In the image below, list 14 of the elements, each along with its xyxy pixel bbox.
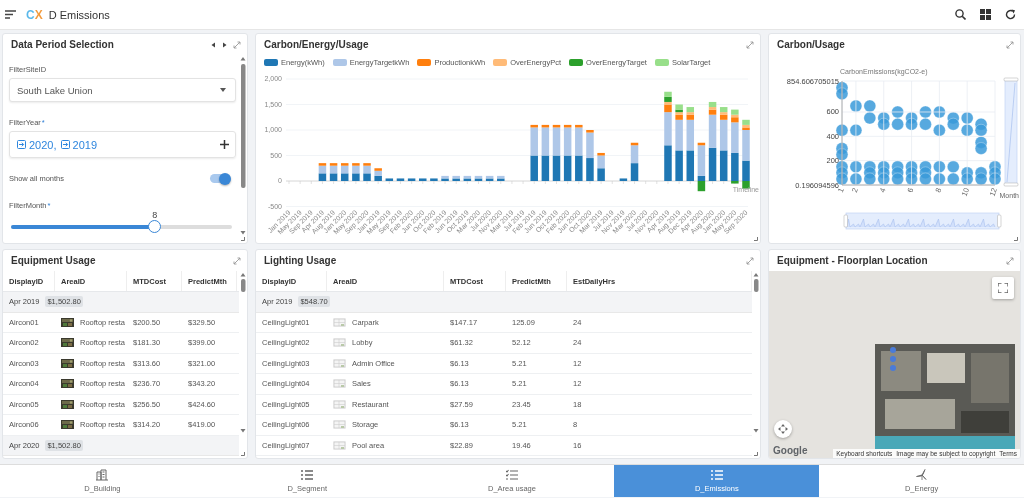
- panel-title: Data Period Selection: [11, 39, 115, 50]
- page-title: D Emissions: [48, 8, 110, 21]
- site-dropdown[interactable]: South Lake Union: [9, 78, 236, 102]
- panel-title: Carbon/Energy/Usage: [264, 39, 370, 50]
- panel-title: Equipment Usage: [11, 255, 97, 266]
- panel-title: Lighting Usage: [264, 255, 338, 266]
- year-field[interactable]: 2020, 2019: [9, 131, 236, 158]
- logo: CX: [26, 7, 43, 22]
- year-chip[interactable]: 2019: [60, 138, 97, 151]
- panel-title: Carbon/Usage: [777, 39, 846, 50]
- panel-title: Equipment - Floorplan Location: [777, 255, 929, 266]
- logo: Google: [773, 445, 808, 456]
- year-chip[interactable]: 2020,: [17, 138, 57, 151]
- slider-value: 8: [152, 210, 158, 220]
